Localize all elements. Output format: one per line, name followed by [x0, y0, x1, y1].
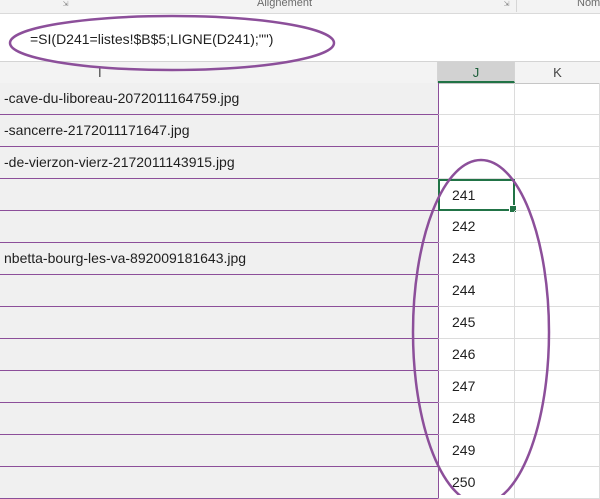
cell-text: -cave-du-liboreau-2072011164759.jpg	[4, 90, 240, 106]
cell-i[interactable]	[0, 467, 438, 499]
cell-i[interactable]: -cave-du-liboreau-2072011164759.jpg	[0, 83, 438, 115]
cell-value: 247	[452, 378, 476, 394]
cell-i[interactable]	[0, 371, 438, 403]
ribbon-group-alignement: Alignement	[257, 0, 313, 9]
cell-i[interactable]	[0, 179, 438, 211]
cell-i[interactable]	[0, 307, 438, 339]
cell-j[interactable]: 248	[438, 403, 515, 435]
cell-k[interactable]	[515, 243, 600, 275]
cell-value: 242	[452, 218, 476, 234]
table-row: 244	[0, 275, 600, 307]
cell-k[interactable]	[515, 339, 600, 371]
formula-bar[interactable]: =SI(D241=listes!$B$5;LIGNE(D241);"")	[0, 14, 600, 62]
cell-text: -sancerre-2172011171647.jpg	[4, 122, 190, 138]
cell-i[interactable]: -de-vierzon-vierz-2172011143915.jpg	[0, 147, 438, 179]
cell-value: 244	[452, 282, 476, 298]
table-row: 247	[0, 371, 600, 403]
cell-value: 243	[452, 250, 476, 266]
cell-k[interactable]	[515, 211, 600, 243]
cell-value: 250	[452, 474, 476, 490]
dialog-launcher-icon[interactable]: ⇲	[62, 1, 69, 8]
alignment-dialog-launcher-icon[interactable]: ⇲	[503, 1, 510, 8]
cell-i[interactable]	[0, 275, 438, 307]
cell-j[interactable]: 243	[438, 243, 515, 275]
cell-i[interactable]	[0, 403, 438, 435]
table-row: 246	[0, 339, 600, 371]
cell-k[interactable]	[515, 275, 600, 307]
formula-text[interactable]: =SI(D241=listes!$B$5;LIGNE(D241);"")	[30, 31, 273, 47]
column-header-i[interactable]: I	[0, 62, 438, 83]
cell-j[interactable]: 244	[438, 275, 515, 307]
table-row: 242	[0, 211, 600, 243]
column-header-k[interactable]: K	[515, 62, 600, 83]
cell-k[interactable]	[515, 371, 600, 403]
table-row: -de-vierzon-vierz-2172011143915.jpg	[0, 147, 600, 179]
column-headers: I J K	[0, 62, 600, 84]
table-row: 245	[0, 307, 600, 339]
table-row: 250	[0, 467, 600, 499]
cell-k[interactable]	[515, 307, 600, 339]
table-row: 249	[0, 435, 600, 467]
spreadsheet-grid: -cave-du-liboreau-2072011164759.jpg -san…	[0, 83, 600, 499]
cell-value: 245	[452, 314, 476, 330]
cell-k[interactable]	[515, 467, 600, 499]
table-row: -cave-du-liboreau-2072011164759.jpg	[0, 83, 600, 115]
cell-i[interactable]	[0, 211, 438, 243]
cell-i[interactable]	[0, 435, 438, 467]
cell-k[interactable]	[515, 179, 600, 211]
ribbon-strip: ⇲ Alignement ⇲ Nom	[0, 0, 600, 14]
cell-text: -de-vierzon-vierz-2172011143915.jpg	[4, 154, 235, 170]
cell-value: 246	[452, 346, 476, 362]
cell-i[interactable]: nbetta-bourg-les-va-892009181643.jpg	[0, 243, 438, 275]
cell-value: 249	[452, 442, 476, 458]
cell-j[interactable]: 249	[438, 435, 515, 467]
cell-k[interactable]	[515, 403, 600, 435]
cell-j[interactable]: 246	[438, 339, 515, 371]
table-row: -sancerre-2172011171647.jpg	[0, 115, 600, 147]
cell-j[interactable]: 250	[438, 467, 515, 499]
cell-k[interactable]	[515, 83, 600, 115]
table-row: 241	[0, 179, 600, 213]
cell-k[interactable]	[515, 147, 600, 179]
cell-j[interactable]: 245	[438, 307, 515, 339]
active-cell-j241[interactable]: 241	[438, 179, 517, 213]
cell-k[interactable]	[515, 115, 600, 147]
cell-j[interactable]	[438, 83, 515, 115]
cell-value: 241	[452, 187, 476, 203]
cell-i[interactable]: -sancerre-2172011171647.jpg	[0, 115, 438, 147]
cell-value: 248	[452, 410, 476, 426]
table-row: 248	[0, 403, 600, 435]
cell-i[interactable]	[0, 339, 438, 371]
cell-text: nbetta-bourg-les-va-892009181643.jpg	[4, 250, 247, 266]
ribbon-group-nom: Nom	[577, 0, 600, 9]
column-header-label: I	[98, 65, 102, 80]
column-header-j[interactable]: J	[438, 62, 515, 83]
cell-k[interactable]	[515, 435, 600, 467]
table-row: nbetta-bourg-les-va-892009181643.jpg 243	[0, 243, 600, 275]
cell-j[interactable]: 247	[438, 371, 515, 403]
cell-j[interactable]	[438, 147, 515, 179]
ribbon-separator	[516, 0, 517, 12]
cell-j[interactable]: 242	[438, 211, 515, 243]
cell-j[interactable]	[438, 115, 515, 147]
